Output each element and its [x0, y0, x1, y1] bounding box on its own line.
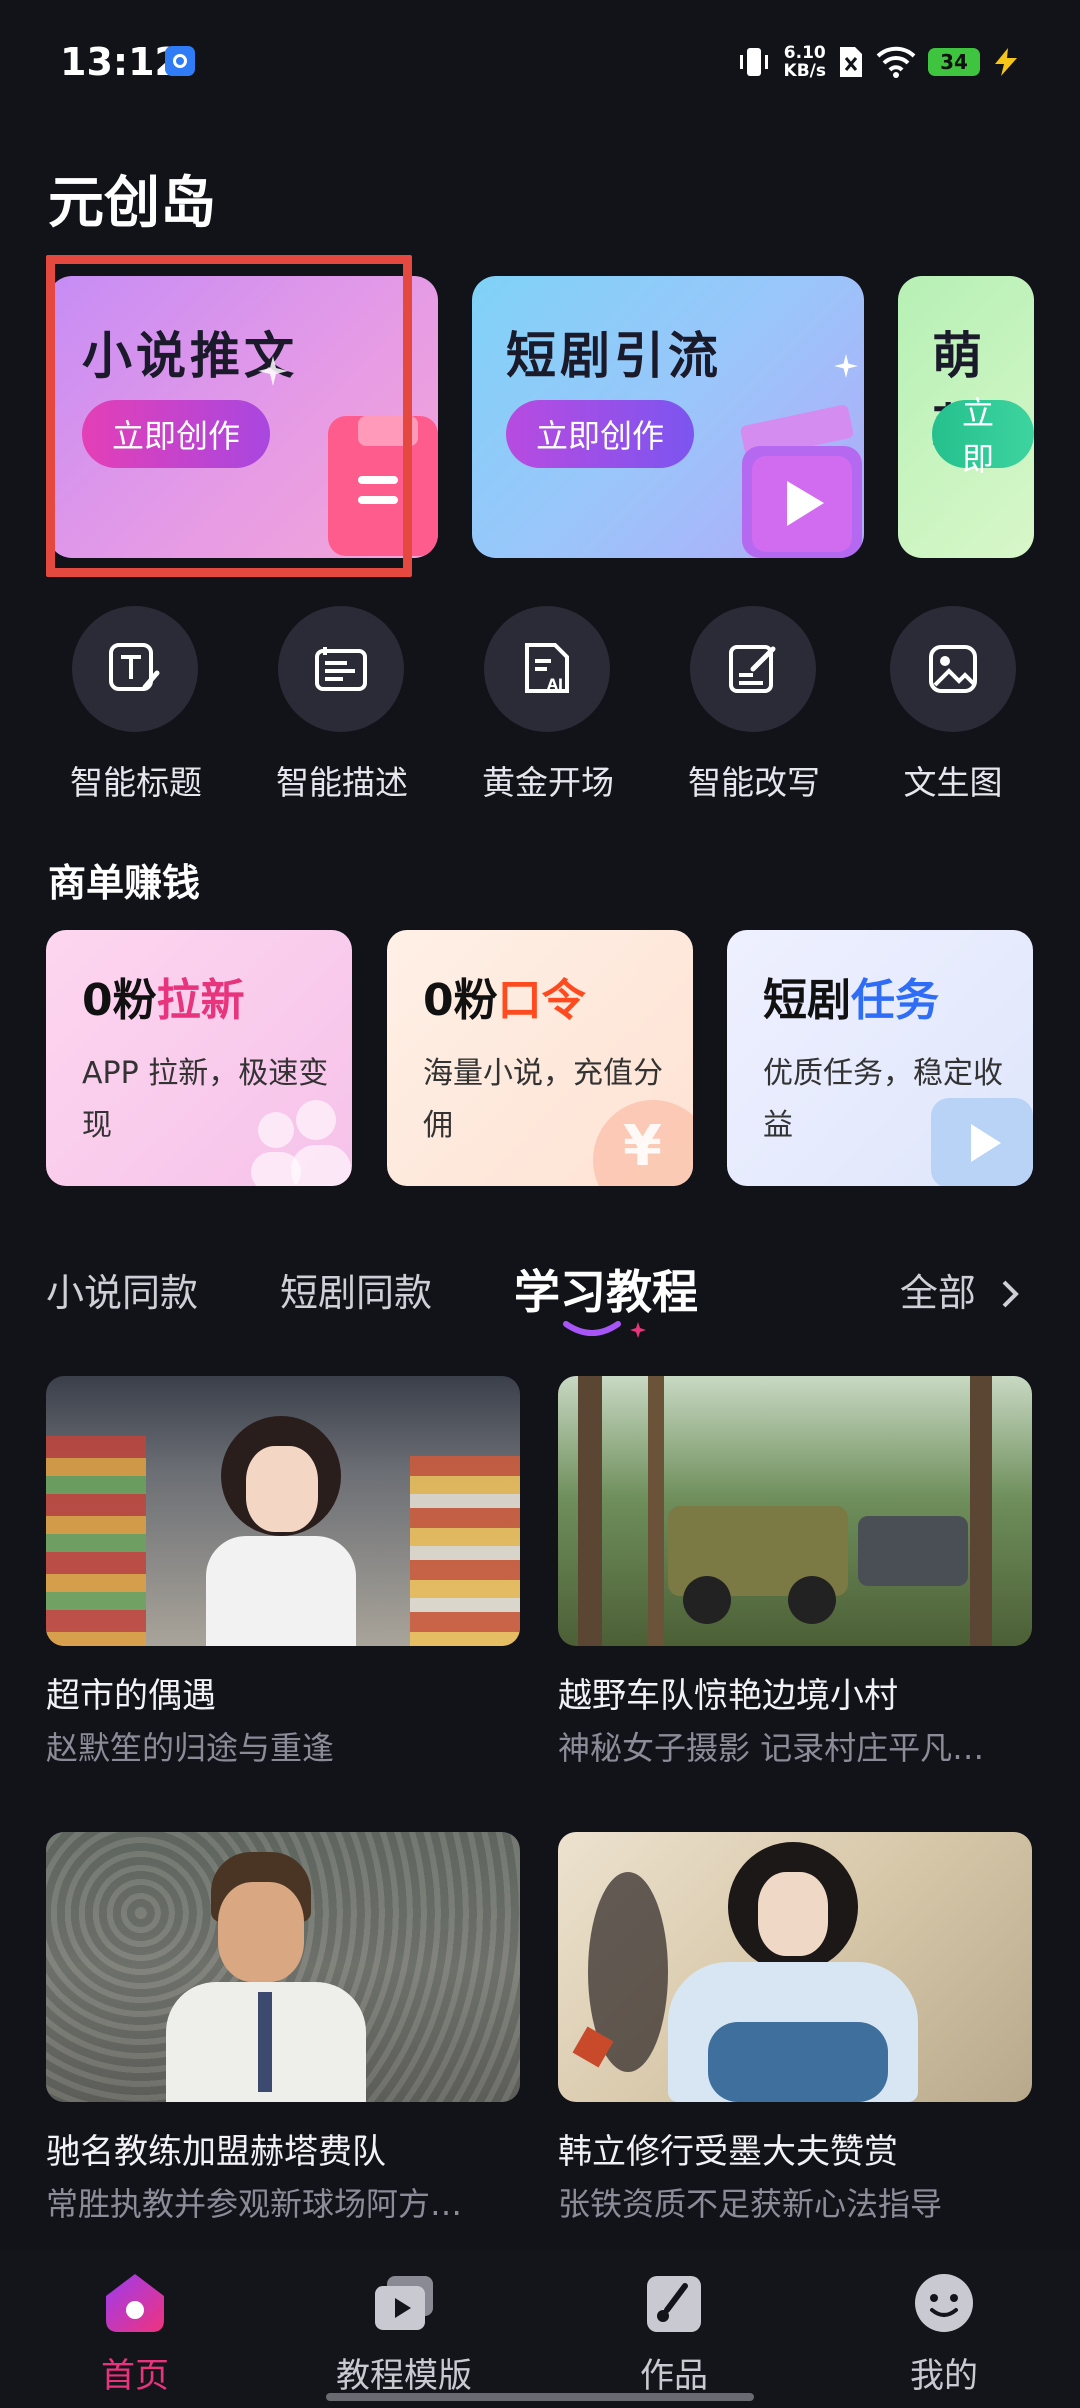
play-video-icon [931, 1098, 1033, 1186]
template-title: 驰名教练加盟赫塔费队 [46, 2132, 386, 2172]
no-sim-icon [840, 47, 862, 77]
charging-bolt-icon [995, 48, 1017, 76]
description-icon [315, 647, 367, 691]
tool-icon-circle [278, 606, 404, 732]
chevron-right-icon [1002, 1280, 1019, 1308]
status-time: 13:12 [60, 40, 181, 84]
template-title: 越野车队惊艳边境小村 [558, 1676, 898, 1716]
tool-label: 智能改写 [688, 763, 820, 802]
tool-text-to-image[interactable]: 文生图 [888, 606, 1018, 804]
battery-indicator: 34 [928, 48, 980, 76]
template-title: 超市的偶遇 [46, 1676, 216, 1716]
network-speed: 6.10 KB/s [783, 43, 826, 81]
home-icon [106, 2274, 164, 2332]
template-card[interactable]: 超市的偶遇 赵默笙的归途与重逢 [46, 1376, 520, 1769]
template-card[interactable]: 越野车队惊艳边境小村 神秘女子摄影 记录村庄平凡… [558, 1376, 1032, 1769]
banner-short-drama[interactable]: 短剧引流 立即创作 [472, 276, 864, 558]
template-subtitle: 常胜执教并参观新球场阿方… [46, 2185, 463, 2223]
banner-sprout[interactable]: 萌芽 立即 [898, 276, 1034, 558]
card-title: 0粉拉新 [82, 975, 245, 1026]
profile-face-icon [915, 2274, 973, 2332]
template-subtitle: 神秘女子摄影 记录村庄平凡… [558, 1729, 985, 1767]
tab-tutorial[interactable]: 学习教程 [514, 1256, 698, 1322]
nav-works[interactable]: 作品 [574, 2270, 774, 2397]
image-icon [929, 645, 977, 693]
tab-drama-same[interactable]: 短剧同款 [280, 1262, 432, 1317]
tool-golden-opening[interactable]: AI 黄金开场 [482, 606, 614, 804]
banner-title: 短剧引流 [506, 327, 722, 385]
template-card[interactable]: 韩立修行受墨大夫赞赏 张铁资质不足获新心法指导 [558, 1832, 1032, 2225]
template-subtitle: 赵默笙的归途与重逢 [46, 1729, 335, 1767]
tool-smart-title[interactable]: 智能标题 [70, 606, 202, 804]
video-template-icon [375, 2276, 433, 2330]
nav-label: 教程模版 [336, 2356, 472, 2396]
card-title: 0粉口令 [423, 975, 586, 1026]
nav-label: 首页 [101, 2356, 169, 2396]
nav-home[interactable]: 首页 [35, 2270, 235, 2397]
card-title: 短剧任务 [763, 975, 939, 1026]
status-bar: 13:12 6.10 KB/s 34 [0, 0, 1080, 120]
selection-highlight-box [46, 255, 412, 577]
template-card[interactable]: 驰名教练加盟赫塔费队 常胜执教并参观新球场阿方… [46, 1832, 520, 2225]
section-title: 商单赚钱 [48, 861, 201, 905]
tool-label: 文生图 [903, 763, 1003, 802]
edit-doc-icon [729, 645, 776, 693]
works-brush-icon [647, 2276, 701, 2332]
vibrate-icon [739, 48, 768, 76]
tool-label: 智能描述 [276, 763, 408, 802]
earn-card-referral[interactable]: 0粉拉新 APP 拉新，极速变现 [46, 930, 352, 1186]
tool-label: 智能标题 [70, 763, 202, 802]
tab-novel-same[interactable]: 小说同款 [46, 1262, 198, 1317]
tool-icon-circle [72, 606, 198, 732]
status-indicators: 6.10 KB/s 34 [736, 40, 1020, 84]
template-thumbnail [558, 1832, 1032, 2102]
app-title: 元创岛 [48, 171, 216, 236]
template-thumbnail [46, 1832, 520, 2102]
earn-card-drama-task[interactable]: 短剧任务 优质任务，稳定收益 [727, 930, 1033, 1186]
title-t-icon [109, 643, 160, 691]
template-subtitle: 张铁资质不足获新心法指导 [558, 2185, 943, 2223]
template-thumbnail [46, 1376, 520, 1646]
tool-label: 黄金开场 [482, 763, 614, 802]
tool-icon-circle [890, 606, 1016, 732]
nav-tutorial-templates[interactable]: 教程模版 [304, 2270, 504, 2397]
banner-create-button[interactable]: 立即 [932, 394, 1034, 478]
notification-app-icon [165, 46, 195, 76]
tool-smart-description[interactable]: 智能描述 [276, 606, 408, 804]
tool-smart-rewrite[interactable]: 智能改写 [688, 606, 820, 804]
template-thumbnail [558, 1376, 1032, 1646]
svg-text:AI: AI [547, 677, 563, 693]
gesture-home-bar[interactable] [326, 2393, 754, 2401]
tool-icon-circle [690, 606, 816, 732]
banner-create-button[interactable]: 立即创作 [506, 400, 695, 468]
wifi-icon [876, 46, 916, 78]
clapperboard-icon [740, 405, 862, 558]
view-all-button[interactable]: 全部 [900, 1262, 1022, 1317]
people-icon [251, 1100, 351, 1186]
nav-profile[interactable]: 我的 [844, 2270, 1044, 2397]
sparkle-icon [834, 354, 858, 378]
active-tab-underline [563, 1321, 646, 1338]
earn-card-password[interactable]: 0粉口令 海量小说，充值分佣 ¥ [387, 930, 693, 1186]
ai-doc-icon: AI [525, 643, 569, 693]
tool-icon-circle: AI [484, 606, 610, 732]
template-title: 韩立修行受墨大夫赞赏 [558, 2132, 898, 2172]
nav-label: 我的 [910, 2356, 978, 2396]
nav-label: 作品 [640, 2356, 708, 2396]
